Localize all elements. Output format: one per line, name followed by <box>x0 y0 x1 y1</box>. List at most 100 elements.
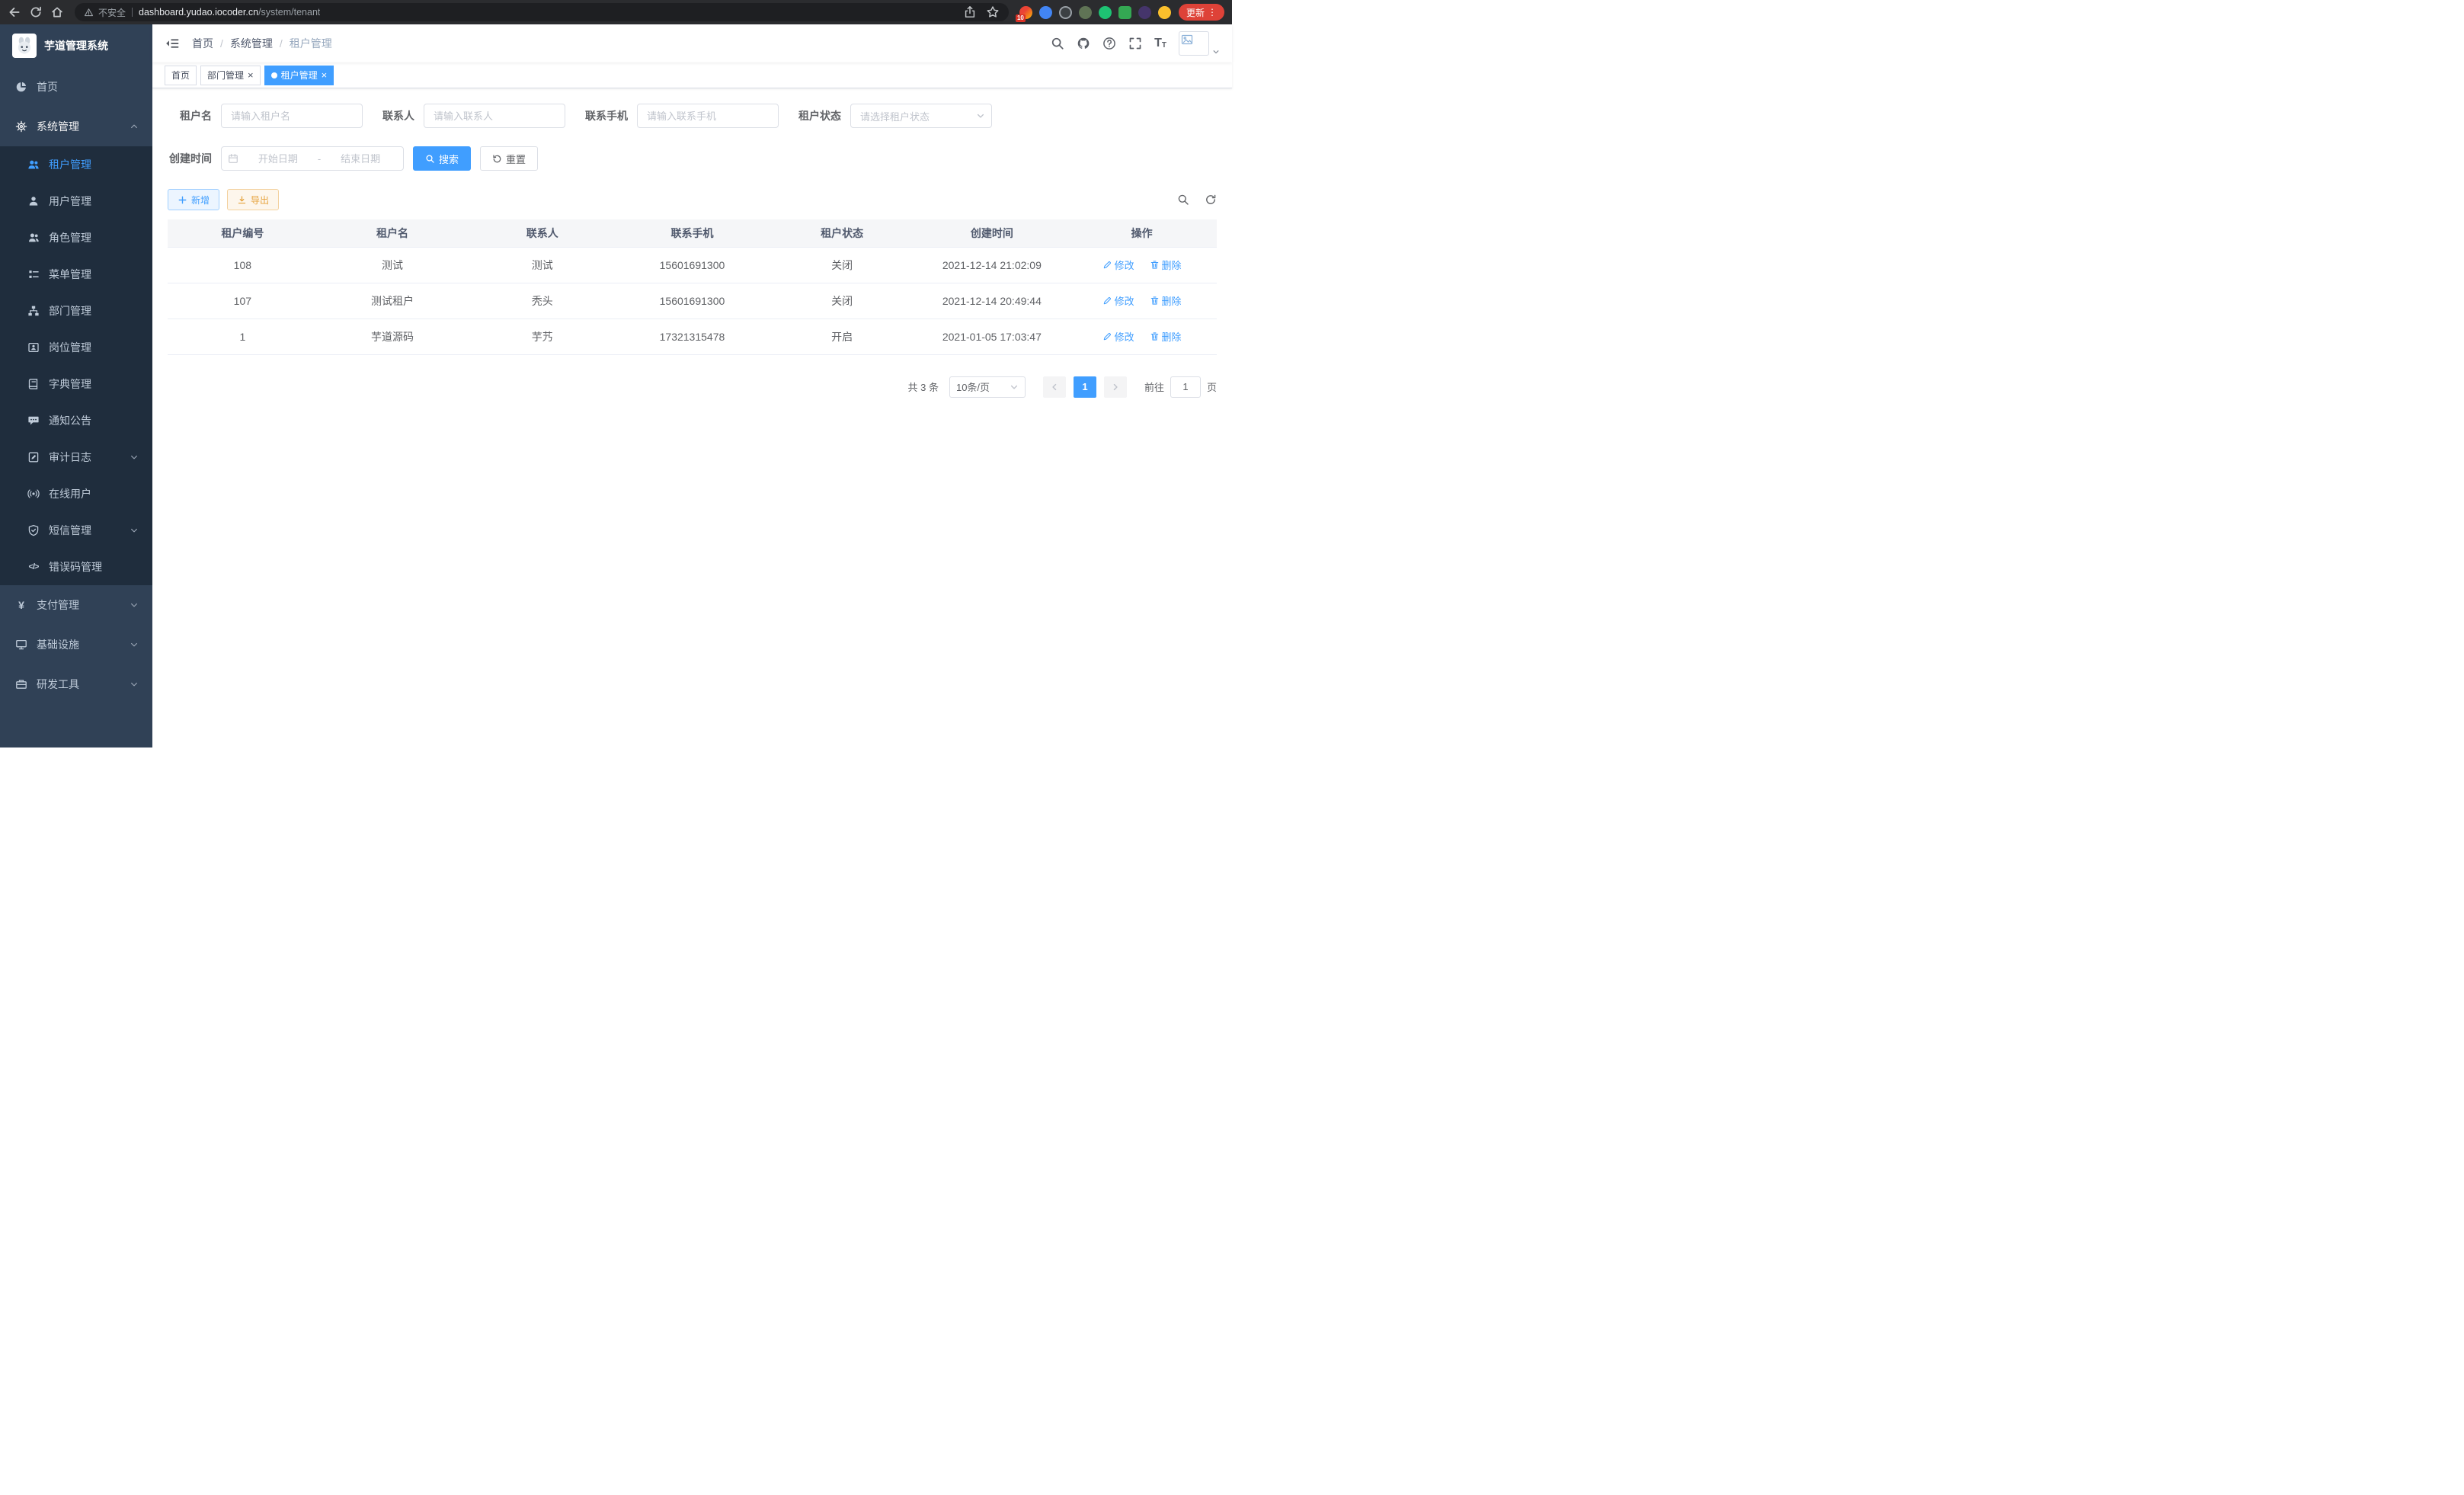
sidebar-item-payment[interactable]: ¥ 支付管理 <box>0 585 152 625</box>
col-status: 租户状态 <box>767 219 917 247</box>
filter-row-2: 创建时间 - 搜索 重置 <box>168 146 1217 171</box>
sidebar-item-menu[interactable]: 菜单管理 <box>0 256 152 293</box>
edit-link[interactable]: 修改 <box>1102 258 1134 272</box>
status-value: 关闭 <box>767 283 917 319</box>
reset-button[interactable]: 重置 <box>480 146 538 171</box>
edit-link[interactable]: 修改 <box>1102 329 1134 344</box>
sidebar-item-system[interactable]: 系统管理 <box>0 107 152 146</box>
export-button[interactable]: 导出 <box>227 189 279 210</box>
extension-icon[interactable]: 10 <box>1019 6 1032 19</box>
sidebar-item-sms[interactable]: 短信管理 <box>0 512 152 549</box>
yen-icon: ¥ <box>15 599 27 611</box>
page-size-select[interactable]: 10条/页 <box>949 376 1026 398</box>
sidebar-item-role[interactable]: 角色管理 <box>0 219 152 256</box>
contact-input[interactable] <box>424 104 565 128</box>
extension-icon[interactable] <box>1099 6 1112 19</box>
tenants-icon <box>27 158 40 171</box>
back-icon[interactable] <box>8 5 21 19</box>
col-actions: 操作 <box>1067 219 1217 247</box>
create-time-label: 创建时间 <box>168 151 221 166</box>
close-icon[interactable]: × <box>322 70 328 80</box>
prev-page-button[interactable] <box>1043 376 1066 398</box>
search-icon <box>425 154 435 164</box>
mobile-label: 联系手机 <box>585 108 637 123</box>
security-indicator[interactable]: 不安全 <box>84 6 126 19</box>
sidebar-item-notice[interactable]: 通知公告 <box>0 402 152 439</box>
sidebar-fold-icon[interactable] <box>165 36 180 51</box>
goto-page-input[interactable] <box>1170 376 1201 398</box>
app-logo-row[interactable]: 芋道管理系统 <box>0 24 152 67</box>
search-button[interactable]: 搜索 <box>413 146 471 171</box>
sidebar-item-error-code[interactable]: </> 错误码管理 <box>0 549 152 585</box>
tenant-name-label: 租户名 <box>168 108 221 123</box>
help-icon[interactable] <box>1102 37 1116 50</box>
sidebar-item-dev-tools[interactable]: 研发工具 <box>0 664 152 704</box>
sidebar-item-post[interactable]: 岗位管理 <box>0 329 152 366</box>
sidebar-item-tenant[interactable]: 租户管理 <box>0 146 152 183</box>
breadcrumb: 首页 / 系统管理 / 租户管理 <box>192 36 332 51</box>
add-button[interactable]: 新增 <box>168 189 219 210</box>
roles-icon <box>27 232 40 244</box>
edit-link[interactable]: 修改 <box>1102 293 1134 308</box>
status-label: 租户状态 <box>798 108 850 123</box>
delete-link[interactable]: 删除 <box>1150 329 1182 344</box>
address-bar[interactable]: 不安全 dashboard.yudao.iocoder.cn/system/te… <box>75 3 1009 21</box>
share-icon[interactable] <box>963 5 977 19</box>
sidebar-item-audit-log[interactable]: 审计日志 <box>0 439 152 475</box>
toggle-search-icon[interactable] <box>1177 194 1189 206</box>
bookmark-star-icon[interactable] <box>986 5 1000 19</box>
user-avatar-menu[interactable] <box>1179 31 1220 56</box>
extension-icon[interactable] <box>1118 6 1131 19</box>
security-label: 不安全 <box>98 6 126 19</box>
font-size-icon[interactable]: TT <box>1154 37 1166 50</box>
status-select[interactable]: 请选择租户状态 <box>850 104 992 128</box>
code-icon: </> <box>27 561 40 573</box>
chrome-update-button[interactable]: 更新⋮ <box>1179 4 1224 21</box>
home-icon[interactable] <box>50 5 64 19</box>
extension-icon[interactable] <box>1079 6 1092 19</box>
sidebar-item-infra[interactable]: 基础设施 <box>0 625 152 664</box>
extension-icon[interactable] <box>1059 6 1072 19</box>
col-tenant-name: 租户名 <box>318 219 468 247</box>
chevron-up-icon <box>130 122 139 131</box>
col-created: 创建时间 <box>917 219 1067 247</box>
warning-icon <box>84 8 94 18</box>
status-select-placeholder: 请选择租户状态 <box>860 109 930 123</box>
search-icon[interactable] <box>1051 37 1064 50</box>
extension-icon[interactable] <box>1158 6 1171 19</box>
url-text: dashboard.yudao.iocoder.cn/system/tenant <box>139 7 320 18</box>
table-toolbar: 新增 导出 <box>168 189 1217 210</box>
github-icon[interactable] <box>1077 37 1090 50</box>
date-range-picker[interactable]: - <box>221 146 404 171</box>
mobile-input[interactable] <box>637 104 779 128</box>
table-row: 108 测试 测试 15601691300 关闭 2021-12-14 21:0… <box>168 247 1217 283</box>
date-start-input[interactable] <box>242 153 315 165</box>
message-bubble-icon <box>27 415 40 427</box>
reload-icon[interactable] <box>29 5 43 19</box>
tenant-name-input[interactable] <box>221 104 363 128</box>
sidebar-item-dept[interactable]: 部门管理 <box>0 293 152 329</box>
extension-icon[interactable] <box>1039 6 1052 19</box>
date-end-input[interactable] <box>324 153 397 165</box>
tab-dept[interactable]: 部门管理 × <box>200 66 261 85</box>
close-icon[interactable]: × <box>248 70 254 80</box>
breadcrumb-system[interactable]: 系统管理 <box>230 36 273 51</box>
fullscreen-icon[interactable] <box>1128 37 1142 50</box>
trash-icon <box>1150 331 1160 341</box>
page-number-current[interactable]: 1 <box>1074 376 1096 398</box>
next-page-button[interactable] <box>1104 376 1127 398</box>
refresh-icon[interactable] <box>1205 194 1217 206</box>
avatar <box>1179 31 1209 56</box>
breadcrumb-home[interactable]: 首页 <box>192 36 213 51</box>
delete-link[interactable]: 删除 <box>1150 293 1182 308</box>
extension-icon[interactable] <box>1138 6 1151 19</box>
tab-home[interactable]: 首页 <box>165 66 197 85</box>
sidebar-item-dict[interactable]: 字典管理 <box>0 366 152 402</box>
table-row: 107 测试租户 秃头 15601691300 关闭 2021-12-14 20… <box>168 283 1217 319</box>
delete-link[interactable]: 删除 <box>1150 258 1182 272</box>
sidebar-item-user[interactable]: 用户管理 <box>0 183 152 219</box>
sidebar-item-home[interactable]: 首页 <box>0 67 152 107</box>
page-content: 租户名 联系人 联系手机 租户状态 请选择租户状态 <box>152 88 1232 748</box>
sidebar-item-online-user[interactable]: 在线用户 <box>0 475 152 512</box>
tab-tenant[interactable]: 租户管理 × <box>264 66 334 85</box>
